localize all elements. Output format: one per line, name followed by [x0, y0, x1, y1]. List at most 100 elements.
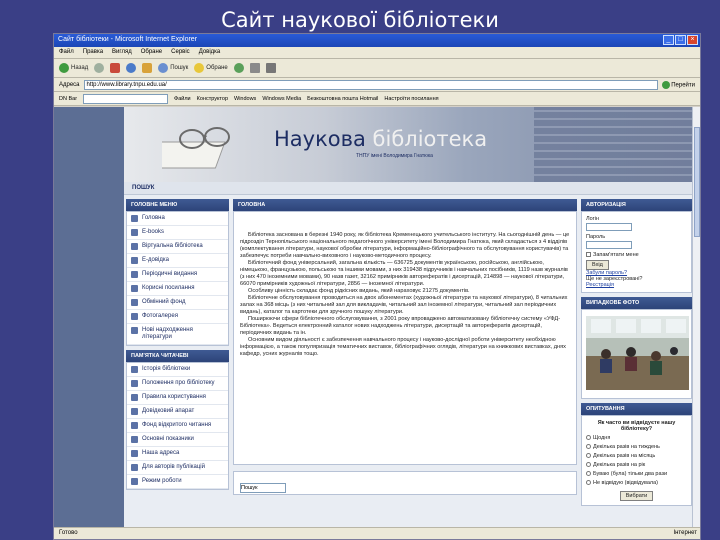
print-button[interactable]: [265, 63, 276, 73]
window-controls: _ □ ×: [663, 35, 698, 45]
menu-item-home[interactable]: Головна: [127, 212, 228, 226]
search-label: ПОШУК: [132, 185, 155, 191]
remember-checkbox[interactable]: [586, 252, 591, 258]
left-column: ГОЛОВНЕ МЕНЮ Головна E-books Віртуальна …: [126, 199, 229, 490]
status-text: Готово: [59, 530, 78, 536]
login-input[interactable]: [586, 223, 632, 231]
password-label: Пароль: [586, 234, 606, 240]
right-column: АВТОРИЗАЦІЯ Логін Пароль Запам'ятати мен…: [581, 199, 692, 506]
go-arrow-icon: [661, 80, 670, 89]
link-constructor[interactable]: Конструктор: [197, 96, 228, 102]
home-button[interactable]: [142, 63, 153, 73]
reader-item-regulations[interactable]: Положення про бібліотеку: [127, 377, 228, 391]
radio-button[interactable]: [586, 435, 591, 441]
menu-item-exchange-fund[interactable]: Обмінний фонд: [127, 296, 228, 310]
back-button[interactable]: Назад: [59, 63, 88, 73]
home-icon: [142, 63, 153, 73]
reader-item-schedule[interactable]: Режим роботи: [127, 475, 228, 489]
menu-bullet-icon: [131, 422, 138, 429]
reader-item-reference-apparatus[interactable]: Довідковий апарат: [127, 405, 228, 419]
refresh-button[interactable]: [126, 63, 137, 73]
browser-window: Сайт бібліотеки - Microsoft Internet Exp…: [53, 33, 701, 540]
site-search-input[interactable]: [240, 483, 286, 493]
menu-item-ebooks[interactable]: E-books: [127, 226, 228, 240]
poll-option[interactable]: Щодня: [586, 435, 687, 442]
poll-option[interactable]: Декілька разів на рік: [586, 462, 687, 469]
address-label: Адреса: [59, 81, 80, 88]
menu-edit[interactable]: Правка: [83, 49, 103, 56]
password-input[interactable]: [586, 241, 632, 249]
radio-button[interactable]: [586, 480, 591, 486]
poll-option[interactable]: Декілька разів на місяць: [586, 453, 687, 460]
reader-item-indicators[interactable]: Основні показники: [127, 433, 228, 447]
close-icon[interactable]: ×: [687, 35, 698, 45]
menu-item-new-arrivals[interactable]: Нові надходження літератури: [127, 324, 228, 345]
vote-button[interactable]: Вибрати: [619, 491, 654, 501]
menu-tools[interactable]: Сервіс: [171, 49, 190, 56]
menu-item-useful-links[interactable]: Корисні посилання: [127, 282, 228, 296]
go-button[interactable]: Перейти: [661, 80, 695, 89]
link-windows-media[interactable]: Windows Media: [262, 96, 301, 102]
center-content: Бібліотека заснована в березні 1940 року…: [233, 211, 577, 465]
remember-me[interactable]: Запам'ятати мене: [586, 252, 687, 258]
refresh-icon: [126, 63, 137, 73]
menu-item-e-reference[interactable]: E-довідка: [127, 254, 228, 268]
paragraph: Бібліотечне обслуговування проводиться н…: [240, 295, 568, 315]
menu-bullet-icon: [131, 271, 138, 278]
link-files[interactable]: Файли: [174, 96, 191, 102]
maximize-icon[interactable]: □: [675, 35, 686, 45]
radio-button[interactable]: [586, 453, 591, 459]
poll-option[interactable]: Буваю (була) тільки два рази: [586, 471, 687, 478]
scrollbar-thumb[interactable]: [694, 127, 700, 237]
poll-option[interactable]: Не відвідую (відвідувала): [586, 480, 687, 487]
forward-arrow-icon: [94, 63, 105, 73]
menu-view[interactable]: Вигляд: [112, 49, 132, 56]
reader-item-rules[interactable]: Правила користування: [127, 391, 228, 405]
mail-button[interactable]: [249, 63, 260, 73]
minimize-icon[interactable]: _: [663, 35, 674, 45]
slide-title: Сайт наукової бібліотеки: [221, 8, 499, 32]
radio-button[interactable]: [586, 444, 591, 450]
menu-bullet-icon: [131, 478, 138, 485]
menu-bullet-icon: [131, 366, 138, 373]
menu-help[interactable]: Довідка: [199, 49, 221, 56]
reader-item-authors[interactable]: Для авторів публікацій: [127, 461, 228, 475]
address-bar: Адреса http://www.library.tnpu.edu.ua/ П…: [54, 78, 700, 92]
reader-item-open-reading[interactable]: Фонд відкритого читання: [127, 419, 228, 433]
poll-header: ОПИТУВАННЯ: [581, 403, 692, 415]
university-building-image: [534, 107, 694, 182]
favorites-button[interactable]: Обране: [194, 63, 228, 73]
links-label: DN Bar: [59, 95, 78, 102]
back-arrow-icon: [59, 63, 69, 73]
register-link[interactable]: Реєстрація: [586, 282, 614, 288]
browser-viewport: Наукова бібліотека ТНПУ імені Володимира…: [54, 107, 700, 529]
menu-favorites[interactable]: Обране: [141, 49, 162, 56]
forward-button[interactable]: [94, 63, 105, 73]
auth-header: АВТОРИЗАЦІЯ: [581, 199, 692, 211]
site-search-box: [233, 471, 577, 495]
link-hotmail[interactable]: Безкоштовна пошта Hotmail: [307, 96, 378, 102]
link-customize[interactable]: Настроїти посилання: [384, 96, 438, 102]
menu-bullet-icon: [131, 229, 138, 236]
window-title: Сайт бібліотеки - Microsoft Internet Exp…: [58, 36, 198, 43]
history-button[interactable]: [233, 63, 244, 73]
menu-item-photo-gallery[interactable]: Фотогалерея: [127, 310, 228, 324]
menu-file[interactable]: Файл: [59, 49, 74, 56]
login-button[interactable]: Вхід: [586, 260, 609, 270]
search-button[interactable]: Пошук: [158, 63, 188, 73]
menu-item-periodicals[interactable]: Періодичні видання: [127, 268, 228, 282]
radio-button[interactable]: [586, 462, 591, 468]
star-icon: [194, 63, 205, 73]
page-scrollbar[interactable]: [692, 107, 700, 529]
address-input[interactable]: http://www.library.tnpu.edu.ua/: [83, 79, 658, 90]
radio-button[interactable]: [586, 471, 591, 477]
links-search-input[interactable]: [83, 93, 169, 104]
reading-room-photo[interactable]: [586, 316, 689, 390]
reader-item-address[interactable]: Наша адреса: [127, 447, 228, 461]
menu-item-virtual-library[interactable]: Віртуальна бібліотека: [127, 240, 228, 254]
link-windows[interactable]: Windows: [234, 96, 256, 102]
reader-item-history[interactable]: Історія бібліотеки: [127, 363, 228, 377]
stop-button[interactable]: [110, 63, 121, 73]
poll-option[interactable]: Декілька разів на тиждень: [586, 444, 687, 451]
menu-bullet-icon: [131, 450, 138, 457]
